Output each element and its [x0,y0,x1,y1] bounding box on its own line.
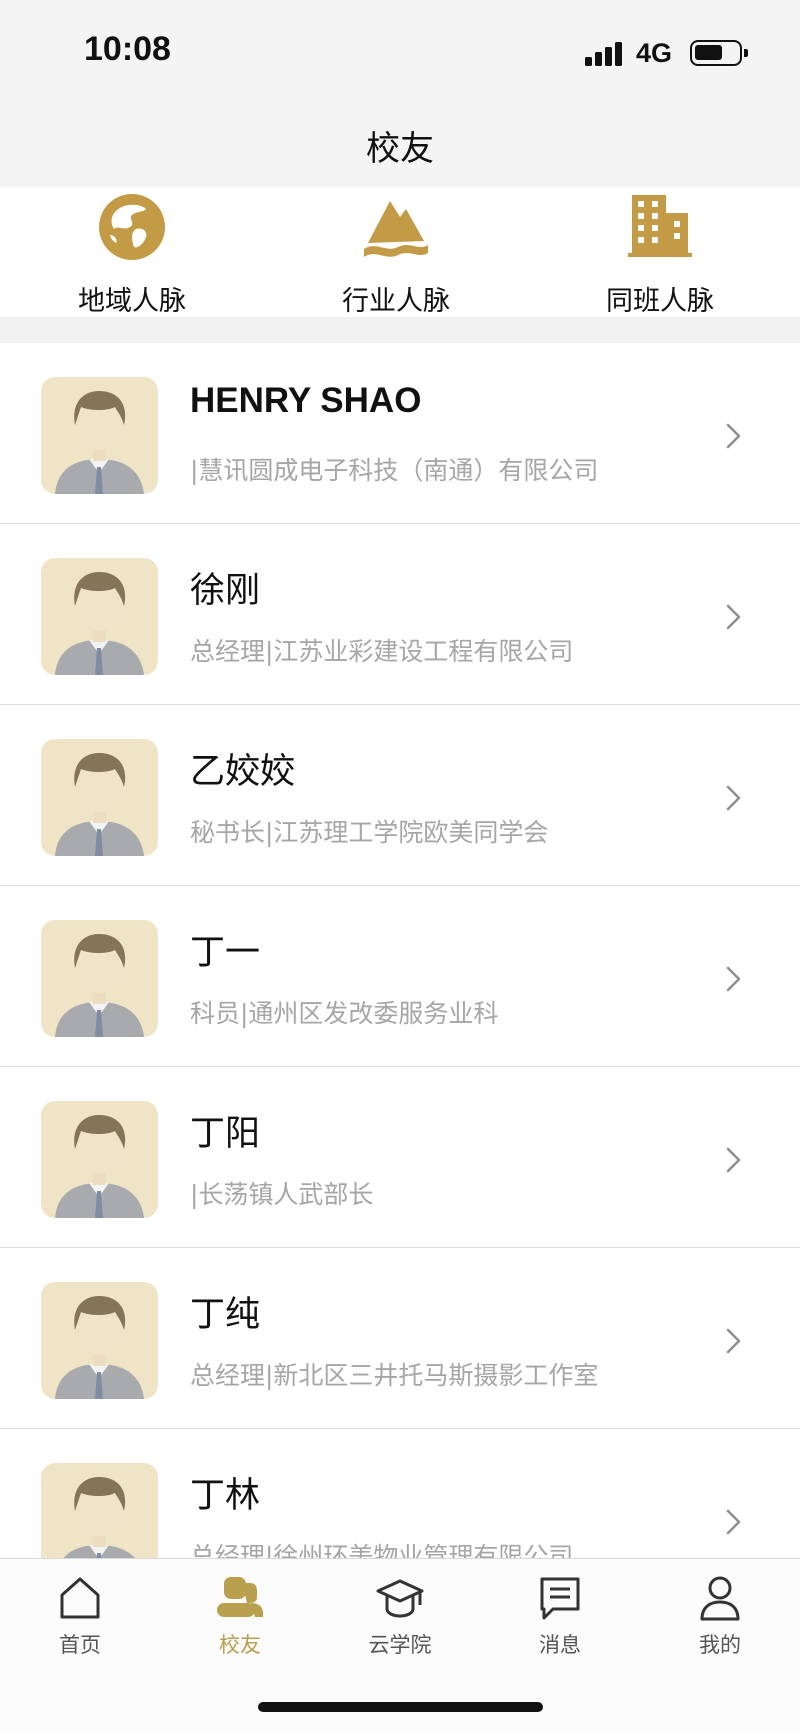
chevron-right-icon [726,1147,741,1173]
battery-icon [690,40,748,66]
chevron-right-icon [726,1328,741,1354]
alumni-name: 丁一 [190,933,261,973]
tab-home-label: 首页 [59,1633,101,1657]
message-icon [540,1577,580,1620]
alumni-detail: |长荡镇人武部长 [190,1180,374,1209]
avatar [41,1463,158,1558]
tab-messages-label: 消息 [539,1633,581,1657]
alumni-icon [217,1577,263,1617]
tab-academy[interactable]: 云学院 [320,1571,480,1671]
avatar [41,558,158,675]
globe-icon [99,194,165,260]
tab-profile[interactable]: 我的 [640,1571,800,1671]
status-time: 10:08 [84,30,171,68]
building-icon [628,195,692,257]
alumni-name: 丁林 [190,1476,261,1516]
alumni-list-item[interactable]: 丁纯 总经理|新北区三井托马斯摄影工作室 [0,1248,800,1429]
alumni-name: 徐刚 [190,571,261,611]
alumni-name: 丁纯 [190,1295,261,1335]
avatar [41,1282,158,1399]
tab-profile-label: 我的 [699,1633,741,1657]
home-icon [60,1577,100,1619]
graduation-cap-icon [376,1579,424,1618]
section-divider [0,317,800,343]
tab-alumni-label: 校友 [219,1633,261,1657]
alumni-list-item[interactable]: 丁阳 |长荡镇人武部长 [0,1067,800,1248]
alumni-list-item[interactable]: 乙姣姣 秘书长|江苏理工学院欧美同学会 [0,705,800,886]
avatar [41,1101,158,1218]
tab-academy-label: 云学院 [368,1633,432,1657]
signal-strength-icon [585,42,625,66]
chevron-right-icon [726,604,741,630]
alumni-name: 乙姣姣 [190,752,296,792]
tab-messages[interactable]: 消息 [480,1571,640,1671]
alumni-detail: 秘书长|江苏理工学院欧美同学会 [190,818,549,847]
avatar [41,377,158,494]
alumni-detail: |慧讯圆成电子科技（南通）有限公司 [190,456,599,485]
alumni-list[interactable]: HENRY SHAO |慧讯圆成电子科技（南通）有限公司 徐刚 总经理|江苏业彩… [0,343,800,1558]
status-bar: 10:08 4G [0,0,800,105]
tab-home[interactable]: 首页 [0,1571,160,1671]
chevron-right-icon [726,785,741,811]
chevron-right-icon [726,423,741,449]
category-industry-label: 行业人脉 [342,286,450,317]
alumni-list-item[interactable]: 丁林 总经理|徐州环美物业管理有限公司 [0,1429,800,1558]
mountain-icon [364,201,428,257]
alumni-detail: 总经理|江苏业彩建设工程有限公司 [190,637,574,666]
category-classmates[interactable]: 同班人脉 [560,187,760,317]
nav-bar: 校友 [0,105,800,187]
category-region-label: 地域人脉 [78,286,186,317]
category-region[interactable]: 地域人脉 [32,187,232,317]
category-industry[interactable]: 行业人脉 [296,187,496,317]
alumni-list-item[interactable]: 徐刚 总经理|江苏业彩建设工程有限公司 [0,524,800,705]
alumni-name: 丁阳 [190,1114,261,1154]
avatar [41,739,158,856]
chevron-right-icon [726,1509,741,1535]
network-type: 4G [636,38,673,68]
avatar [41,920,158,1037]
alumni-list-item[interactable]: 丁一 科员|通州区发改委服务业科 [0,886,800,1067]
category-row: 地域人脉 行业人脉 同班人脉 [0,187,800,317]
alumni-list-item[interactable]: HENRY SHAO |慧讯圆成电子科技（南通）有限公司 [0,343,800,524]
alumni-detail: 总经理|徐州环美物业管理有限公司 [190,1542,574,1558]
alumni-name: HENRY SHAO [190,381,422,420]
alumni-detail: 科员|通州区发改委服务业科 [190,999,499,1028]
alumni-detail: 总经理|新北区三井托马斯摄影工作室 [190,1361,599,1390]
page-title: 校友 [366,129,434,169]
profile-icon [700,1576,740,1621]
category-classmates-label: 同班人脉 [606,286,714,317]
tab-alumni[interactable]: 校友 [160,1571,320,1671]
chevron-right-icon [726,966,741,992]
home-indicator[interactable] [258,1702,543,1712]
